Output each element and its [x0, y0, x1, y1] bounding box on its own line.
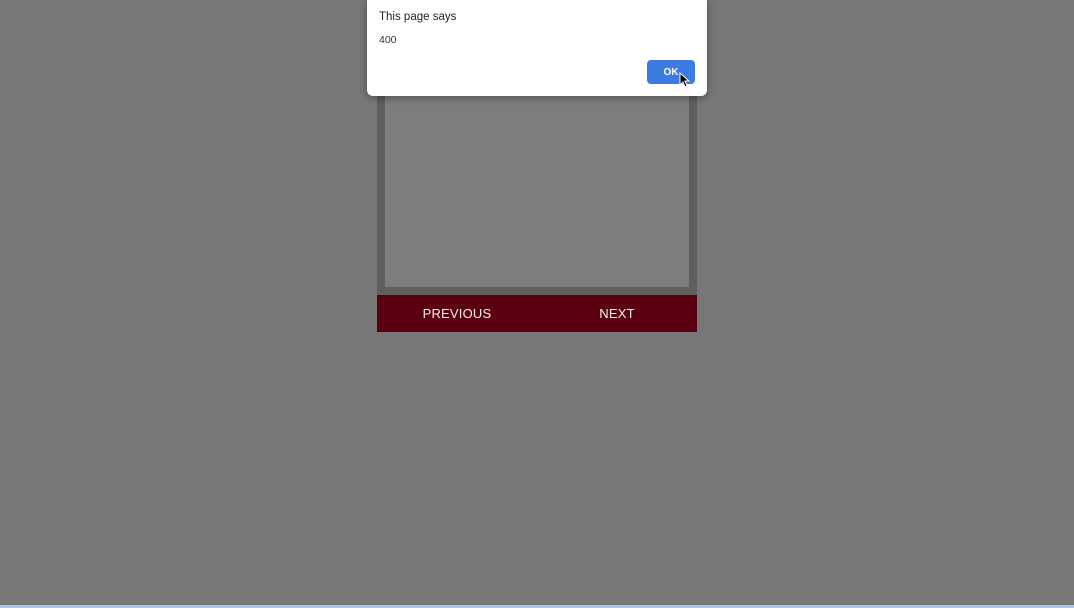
next-button[interactable]: NEXT — [537, 295, 697, 332]
mouse-pointer-icon — [679, 72, 690, 88]
alert-dialog: This page says 400 OK — [367, 0, 707, 96]
dialog-message: 400 — [379, 34, 397, 46]
previous-button[interactable]: PREVIOUS — [377, 295, 537, 332]
page-backdrop: PREVIOUS NEXT This page says 400 OK — [0, 0, 1074, 608]
slider-nav-bar: PREVIOUS NEXT — [377, 295, 697, 332]
dialog-title: This page says — [379, 11, 457, 23]
